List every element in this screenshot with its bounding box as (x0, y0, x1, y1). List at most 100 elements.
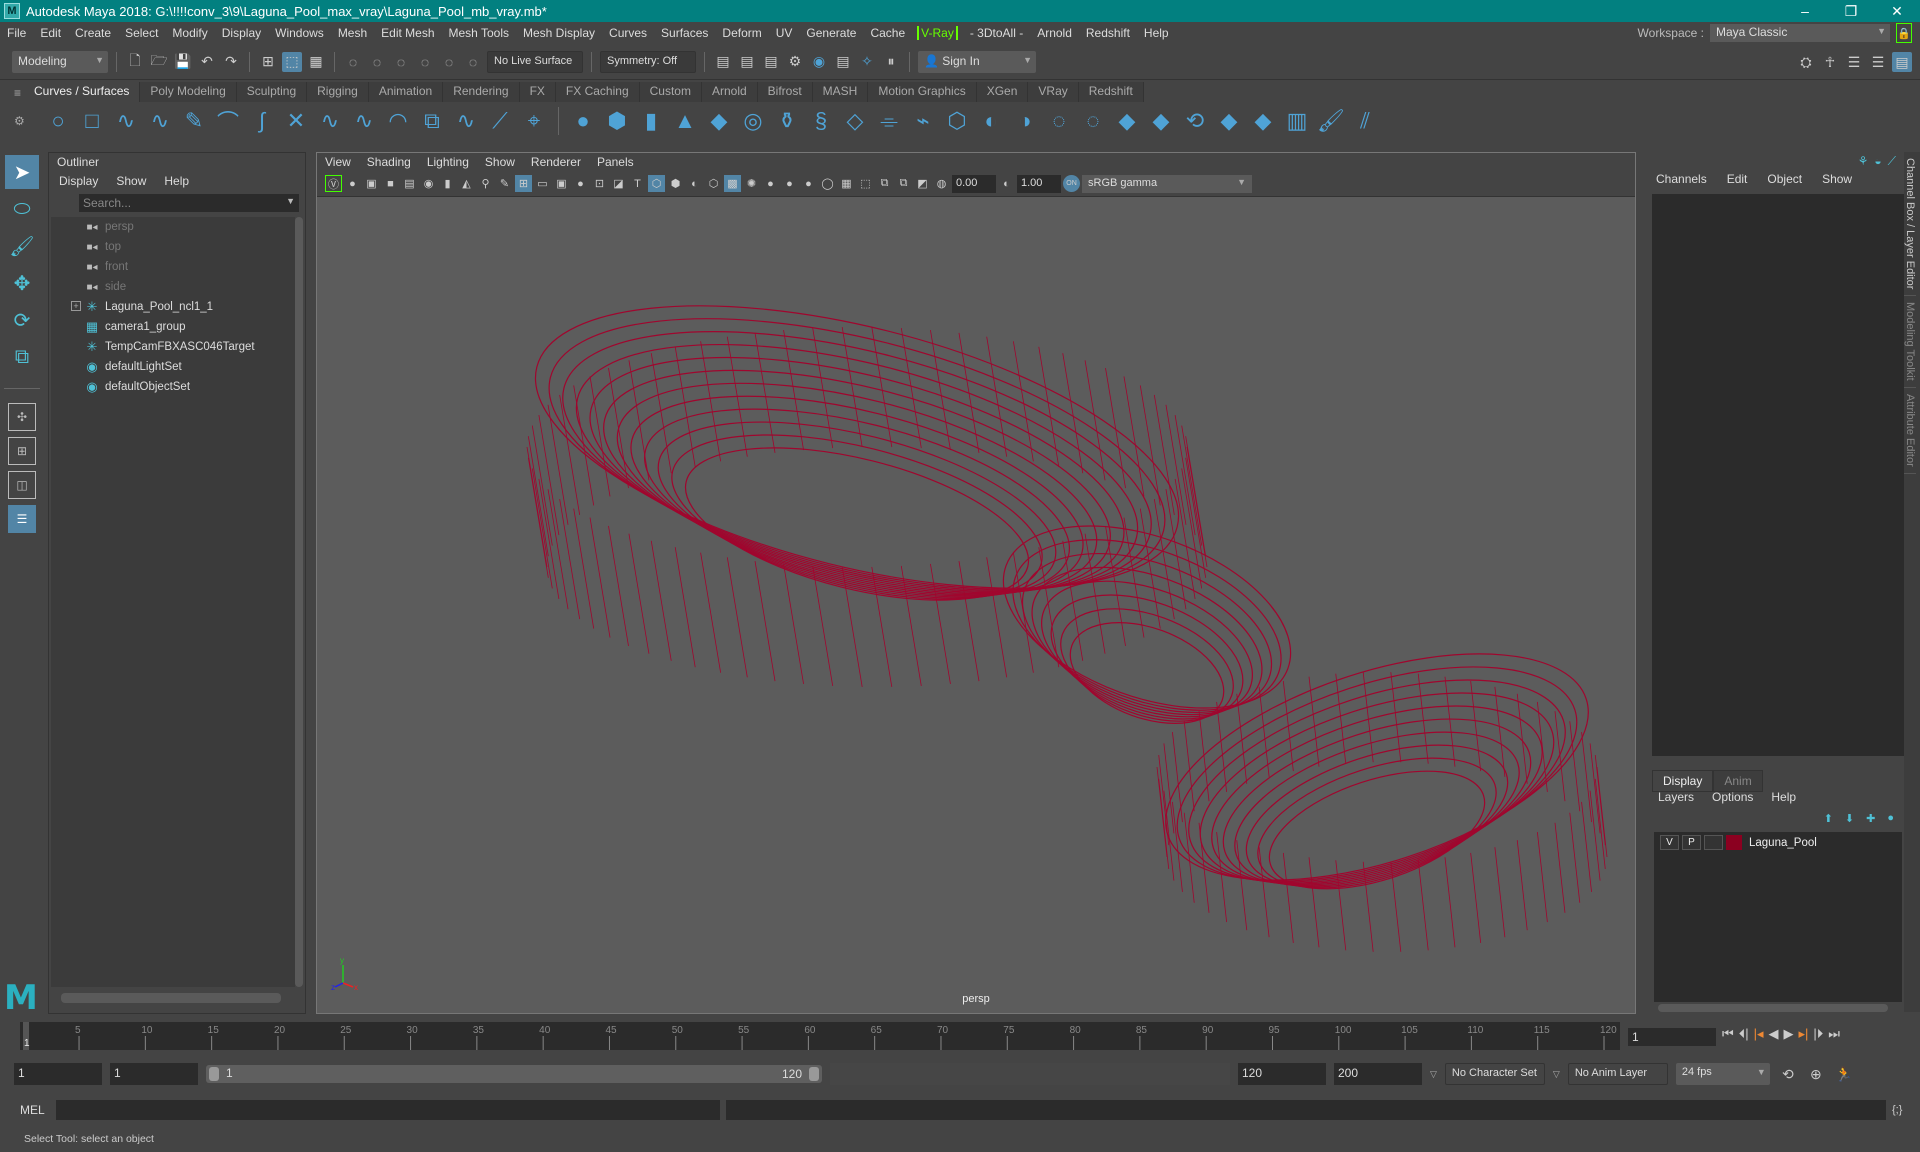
layer-visibility-toggle[interactable]: V (1660, 835, 1679, 850)
side-tab-attribute-editor[interactable]: Attribute Editor (1904, 388, 1916, 474)
outliner-tab[interactable]: Outliner (49, 153, 108, 171)
select-hierarchy-icon[interactable]: ⊞ (258, 52, 278, 72)
scale-tool-icon[interactable]: ⧉ (5, 340, 39, 374)
two-view-layout-icon[interactable]: ◫ (8, 471, 36, 499)
bookmark-icon[interactable]: ▮ (439, 175, 456, 192)
shelf-tab-mash[interactable]: MASH (812, 82, 869, 102)
shelf-tab-vray[interactable]: VRay (1028, 82, 1079, 102)
layer-playback-toggle[interactable]: P (1682, 835, 1701, 850)
viewport-menu-panels[interactable]: Panels (589, 153, 642, 171)
current-frame-field[interactable]: 1 (1628, 1028, 1716, 1046)
layer-display-type-toggle[interactable] (1704, 835, 1723, 850)
surface-editing-icon[interactable]: ⫽ (1351, 107, 1379, 135)
outliner-menu-display[interactable]: Display (59, 174, 98, 188)
xray-icon[interactable]: ▩ (724, 175, 741, 192)
vray-toggle-icon[interactable]: Ⓥ (325, 175, 342, 192)
select-object-icon[interactable]: ⬚ (282, 51, 302, 72)
attach-curves-icon[interactable]: ✕ (282, 107, 310, 135)
render-settings-icon[interactable]: ⚙ (785, 52, 805, 72)
outliner-item[interactable]: ◉ defaultLightSet (51, 357, 295, 377)
character-set-dropdown[interactable]: No Character Set (1444, 1063, 1545, 1085)
render-frame-icon[interactable]: ▤ (737, 52, 757, 72)
detach-curves-icon[interactable]: ∿ (316, 107, 344, 135)
menu-help[interactable]: Help (1137, 26, 1176, 40)
field-chart-icon[interactable]: ⊡ (591, 175, 608, 192)
nurbs-sphere-icon[interactable]: ● (569, 107, 597, 135)
loft-icon[interactable]: § (807, 107, 835, 135)
offset-curve-icon[interactable]: ⧉ (418, 107, 446, 135)
maximize-button[interactable]: ❐ (1828, 0, 1874, 22)
menu-create[interactable]: Create (68, 26, 118, 40)
outliner-item[interactable]: ◉ defaultObjectSet (51, 377, 295, 397)
channel-menu-object[interactable]: Object (1767, 172, 1802, 186)
step-back-frame-icon[interactable]: ⏴| (1739, 1026, 1749, 1048)
range-end-handle[interactable] (809, 1067, 819, 1081)
lock-icon[interactable]: 🔒 (1896, 23, 1912, 43)
channel-menu-show[interactable]: Show (1822, 172, 1852, 186)
shelf-tab-bifrost[interactable]: Bifrost (757, 82, 813, 102)
extend-surfaces-icon[interactable]: ◆ (1249, 107, 1277, 135)
outliner-item[interactable]: ✳ TempCamFBXASC046Target (51, 337, 295, 357)
light-editor-icon[interactable]: ✧ (857, 52, 877, 72)
shelf-tab-rigging[interactable]: Rigging (307, 82, 369, 102)
single-perspective-layout-icon[interactable]: ✣ (8, 403, 36, 431)
nurbs-circle-icon[interactable]: ○ (44, 107, 72, 135)
go-to-start-icon[interactable]: ⏮ (1722, 1026, 1734, 1048)
menu-vray[interactable]: V-Ray (917, 26, 958, 40)
save-scene-icon[interactable]: 💾 (173, 52, 193, 72)
layer-horizontal-scrollbar[interactable] (1658, 1004, 1888, 1012)
live-surface-field[interactable]: No Live Surface (487, 50, 583, 73)
menu-uv[interactable]: UV (769, 26, 800, 40)
trim-tool-icon[interactable]: ◌ (1045, 107, 1073, 135)
viewport-menu-show[interactable]: Show (477, 153, 523, 171)
move-layer-up-icon[interactable]: ⬆ (1824, 812, 1833, 825)
ipr-render-icon[interactable]: ▤ (761, 52, 781, 72)
channel-menu-channels[interactable]: Channels (1656, 172, 1707, 186)
shelf-tab-sculpting[interactable]: Sculpting (236, 82, 308, 102)
three-point-arc-icon[interactable]: ⌒ (214, 107, 242, 135)
nurbs-torus-icon[interactable]: ◎ (739, 107, 767, 135)
command-input[interactable] (56, 1100, 720, 1120)
insert-knot-icon[interactable]: ∿ (350, 107, 378, 135)
menu-mesh-tools[interactable]: Mesh Tools (442, 26, 516, 40)
nurbs-plane-icon[interactable]: ◆ (705, 107, 733, 135)
menu-3dtoall[interactable]: - 3DtoAll - (963, 26, 1030, 40)
menu-edit-mesh[interactable]: Edit Mesh (374, 26, 441, 40)
shelf-tab-fx-caching[interactable]: FX Caching (555, 82, 640, 102)
gamma-field[interactable]: 1.00 (1017, 174, 1061, 193)
revolve-icon[interactable]: ⚱ (773, 107, 801, 135)
sphere-icon[interactable]: ● (344, 175, 361, 192)
menu-display[interactable]: Display (215, 26, 268, 40)
exposure-field[interactable]: 0.00 (952, 174, 996, 193)
move-tool-icon[interactable]: ✥ (5, 266, 39, 300)
outliner-vertical-scrollbar[interactable] (295, 217, 303, 987)
grease-pencil-icon[interactable]: ✎ (496, 175, 513, 192)
texture-icon[interactable]: ◩ (914, 175, 931, 192)
workspace-dropdown[interactable]: Maya Classic (1710, 24, 1890, 42)
shelf-tab-xgen[interactable]: XGen (976, 82, 1029, 102)
camera-attributes-icon[interactable]: ◉ (420, 175, 437, 192)
animation-end-field[interactable]: 200 (1334, 1063, 1422, 1085)
command-language-label[interactable]: MEL (20, 1103, 50, 1117)
menu-mesh-display[interactable]: Mesh Display (516, 26, 602, 40)
insert-isoparms-icon[interactable]: ◆ (1215, 107, 1243, 135)
outliner-search-input[interactable]: Search... (79, 194, 299, 212)
planar-icon[interactable]: ◇ (841, 107, 869, 135)
viewport-menu-lighting[interactable]: Lighting (419, 153, 477, 171)
layer-tab-display[interactable]: Display (1652, 770, 1714, 792)
animation-preferences-icon[interactable]: 🏃 (1834, 1064, 1854, 1084)
add-points-icon[interactable]: ⟋ (486, 107, 514, 135)
minimize-button[interactable]: – (1782, 0, 1828, 22)
playback-end-field[interactable]: 120 (1238, 1063, 1326, 1085)
expand-icon[interactable]: + (71, 301, 81, 311)
manipulator-icon[interactable]: ⚘ (1858, 154, 1869, 169)
intersect-surfaces-icon[interactable]: ◑ (1011, 107, 1039, 135)
shelf-tab-custom[interactable]: Custom (639, 82, 702, 102)
menu-edit[interactable]: Edit (33, 26, 68, 40)
play-forward-icon[interactable]: ▶ (1784, 1026, 1794, 1048)
symmetry-field[interactable]: Symmetry: Off (600, 50, 696, 73)
safe-title-icon[interactable]: T (629, 175, 646, 192)
pause-viewport-icon[interactable]: ⏸ (881, 52, 901, 72)
new-scene-icon[interactable]: 🗋 (125, 52, 145, 72)
outliner-persp-layout-icon[interactable]: ☰ (8, 505, 36, 533)
